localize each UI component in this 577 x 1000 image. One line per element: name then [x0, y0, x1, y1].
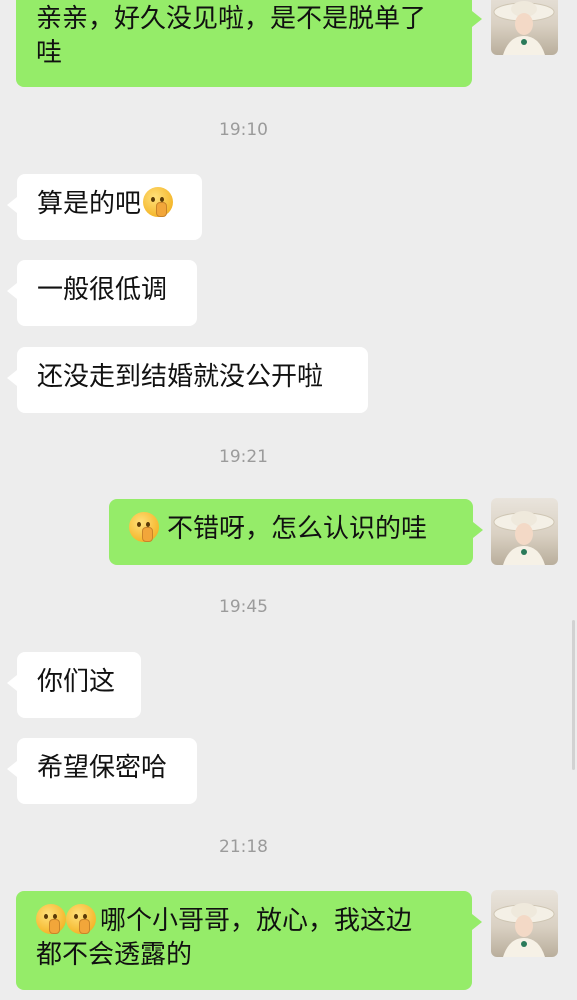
message-text: 不错呀，怎么认识的哇 [167, 514, 428, 544]
message-text: 你们这 [37, 667, 116, 697]
avatar-image [493, 511, 555, 565]
user-avatar[interactable] [491, 890, 558, 957]
thinking-face-icon [66, 904, 96, 934]
message-text: 一般很低调 [37, 275, 168, 305]
outgoing-message-bubble[interactable]: 不错呀，怎么认识的哇 [109, 499, 483, 565]
incoming-message-bubble[interactable]: 还没走到结婚就没公开啦 [7, 347, 368, 413]
message-text: 希望保密哈 [37, 753, 168, 783]
thinking-face-icon [129, 512, 159, 542]
message-text-line: 哇 [36, 38, 63, 68]
incoming-message-bubble[interactable]: 一般很低调 [7, 260, 197, 326]
message-text-line: 哪个小哥哥，放心，我这边 [36, 904, 452, 938]
shush-face-icon [143, 187, 174, 217]
outgoing-message-bubble[interactable]: 亲亲，好久没见啦，是不是脱单了 哇 [16, 0, 482, 87]
message-text-line: 亲亲，好久没见啦，是不是脱单了 [36, 4, 427, 34]
timestamp: 19:21 [219, 447, 268, 467]
chat-area: 亲亲，好久没见啦，是不是脱单了 哇 19:10 算是的吧 一般很低调 还没走到结… [0, 0, 577, 1000]
user-avatar[interactable] [491, 498, 558, 565]
timestamp: 19:10 [219, 120, 268, 140]
scrollbar-thumb[interactable] [572, 620, 575, 770]
outgoing-message-bubble[interactable]: 哪个小哥哥，放心，我这边 都不会透露的 [16, 891, 482, 990]
thinking-face-icon [36, 904, 66, 934]
user-avatar[interactable] [491, 0, 558, 55]
avatar-image [493, 1, 555, 55]
message-text: 还没走到结婚就没公开啦 [37, 362, 324, 392]
timestamp: 21:18 [219, 837, 268, 857]
timestamp: 19:45 [219, 597, 268, 617]
incoming-message-bubble[interactable]: 算是的吧 [7, 174, 202, 240]
message-text: 哪个小哥哥，放心，我这边 [100, 906, 413, 936]
message-text-line: 都不会透露的 [36, 940, 193, 970]
avatar-image [493, 903, 555, 957]
message-text: 算是的吧 [37, 189, 142, 219]
incoming-message-bubble[interactable]: 希望保密哈 [7, 738, 197, 804]
incoming-message-bubble[interactable]: 你们这 [7, 652, 141, 718]
